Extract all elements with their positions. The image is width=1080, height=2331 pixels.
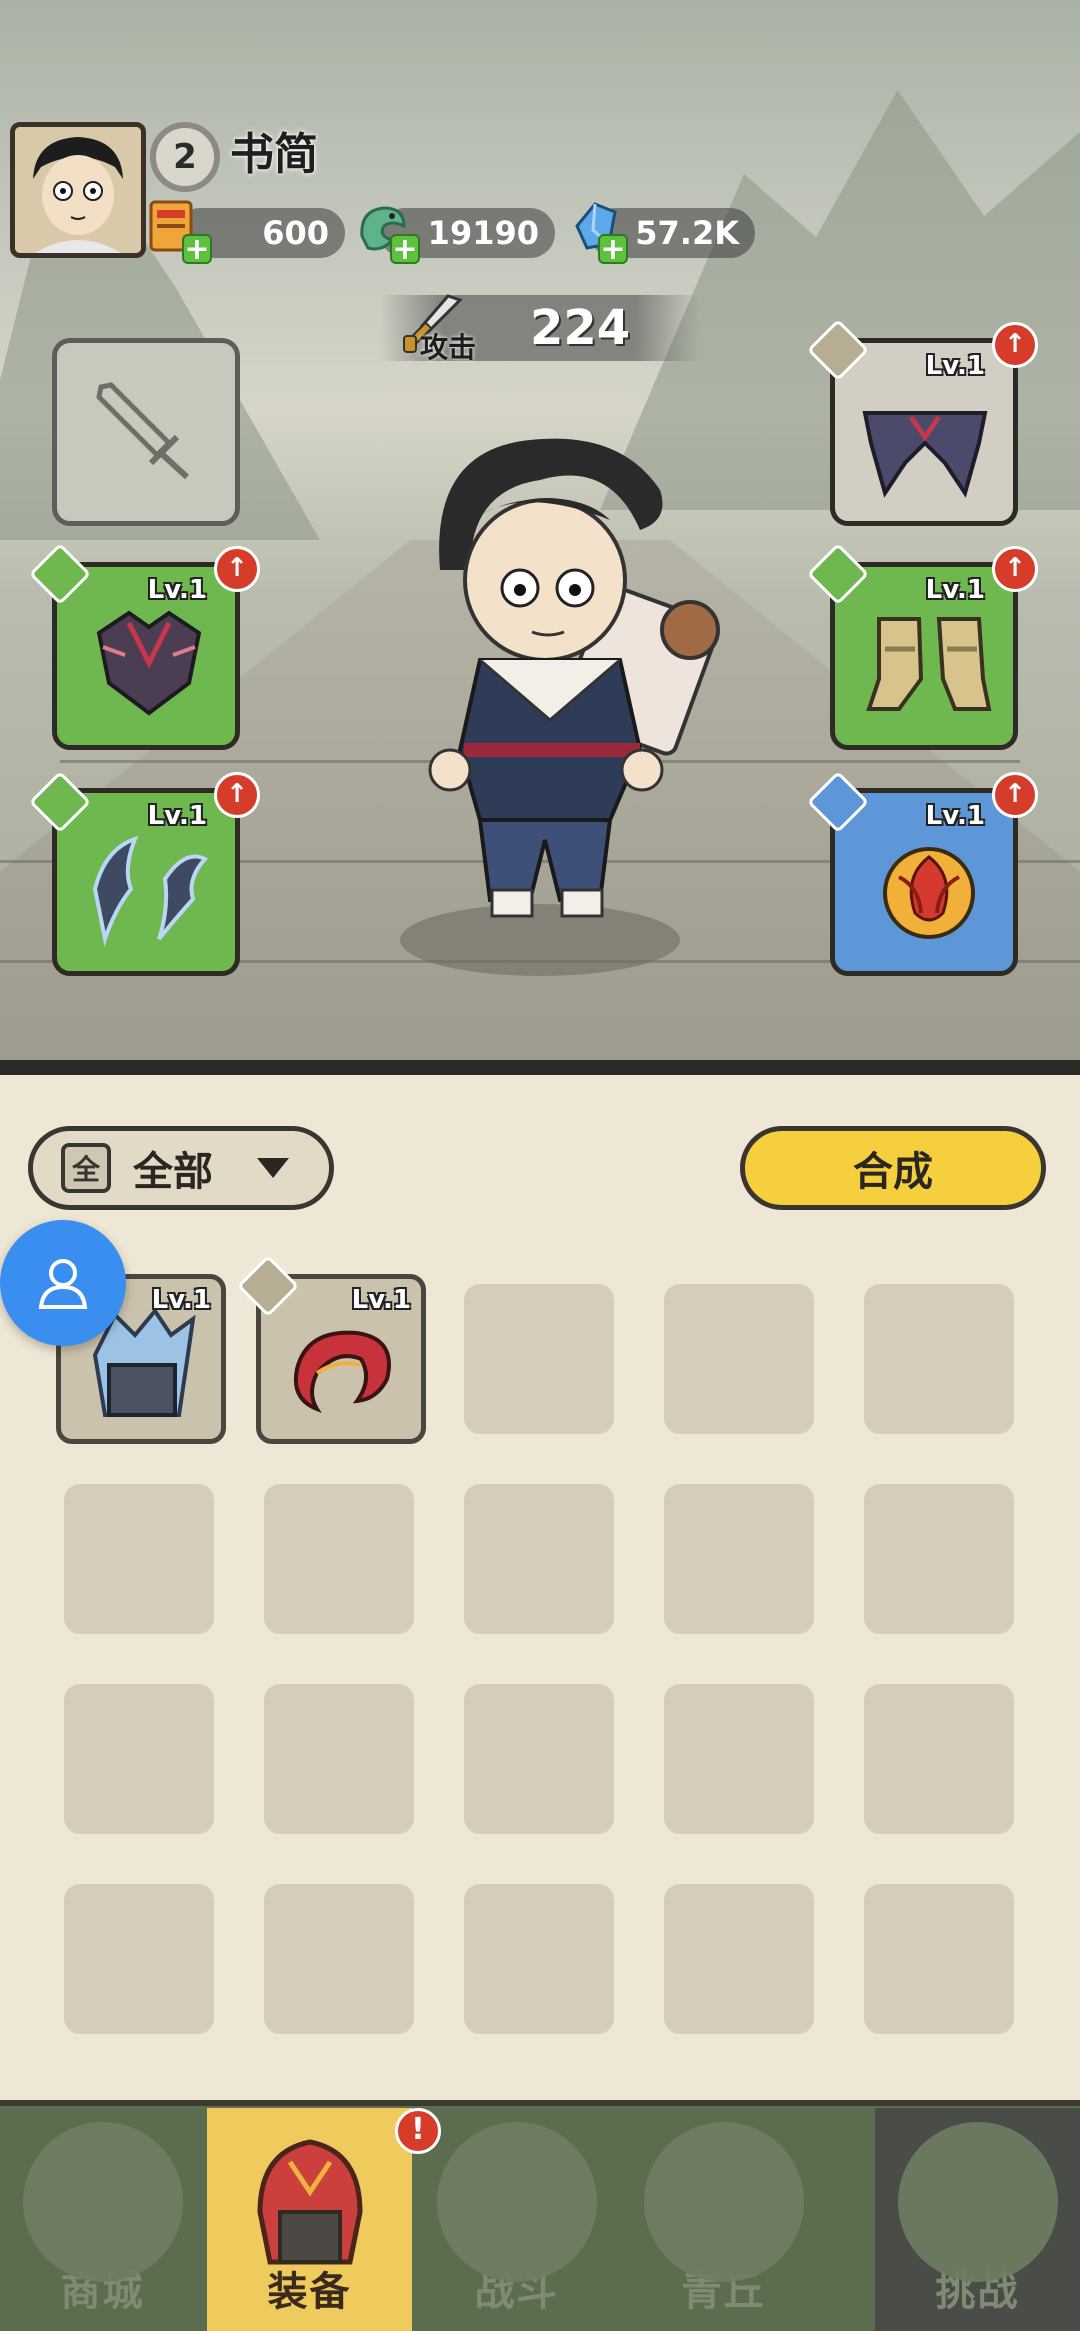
sword-silhouette-icon bbox=[96, 382, 190, 480]
red-helmet-icon bbox=[256, 2139, 363, 2265]
tab-equipment[interactable]: 装备 bbox=[207, 2108, 412, 2331]
gong-icon bbox=[897, 2122, 1058, 2282]
inventory-empty-cell[interactable] bbox=[64, 1484, 214, 1634]
tab-battle[interactable]: 战斗 bbox=[414, 2108, 619, 2331]
mountain-icon bbox=[643, 2122, 804, 2282]
player-name: 书简 bbox=[230, 129, 318, 180]
boots-slot[interactable]: Lv.1 bbox=[830, 562, 1018, 750]
user-icon bbox=[38, 1259, 88, 1309]
currency-value: 600 bbox=[262, 214, 329, 252]
inventory-empty-cell[interactable] bbox=[864, 1884, 1014, 2034]
upgrade-arrow-icon[interactable]: ↑ bbox=[214, 772, 260, 818]
slot-level-label: Lv.1 bbox=[147, 575, 207, 605]
slot-level-label: Lv.1 bbox=[147, 801, 207, 831]
belt-slot[interactable]: Lv.1 bbox=[830, 338, 1018, 526]
red-flower-amulet-icon bbox=[883, 847, 975, 939]
attack-label: 攻击 bbox=[420, 331, 477, 364]
inventory-empty-cell[interactable] bbox=[864, 1684, 1014, 1834]
bracer-slot[interactable]: Lv.1 bbox=[52, 788, 240, 976]
currency-value: 19190 bbox=[427, 214, 539, 252]
inventory-empty-cell[interactable] bbox=[464, 1284, 614, 1434]
player-avatar[interactable] bbox=[10, 122, 146, 258]
upgrade-arrow-icon[interactable]: ↑ bbox=[214, 546, 260, 592]
inventory-empty-cell[interactable] bbox=[864, 1484, 1014, 1634]
inventory-empty-cell[interactable] bbox=[264, 1484, 414, 1634]
tab-challenge[interactable]: 挑战 bbox=[875, 2108, 1080, 2331]
upgrade-arrow-icon[interactable]: ↑ bbox=[992, 322, 1038, 368]
filter-label: 全部 bbox=[133, 1149, 213, 1195]
armor-slot[interactable]: Lv.1 bbox=[52, 562, 240, 750]
floating-user-button[interactable] bbox=[0, 1220, 126, 1346]
dropdown-arrow-icon bbox=[257, 1158, 289, 1178]
inventory-empty-cell[interactable] bbox=[664, 1884, 814, 2034]
add-jade-button[interactable]: + bbox=[390, 234, 420, 265]
avatar-portrait-icon bbox=[15, 127, 141, 253]
tab-qingqiu[interactable]: 青丘 bbox=[621, 2108, 826, 2331]
inventory-empty-cell[interactable] bbox=[264, 1684, 414, 1834]
player-level-badge: 2 bbox=[150, 122, 220, 192]
slot-level-label: Lv.1 bbox=[925, 351, 985, 381]
slot-level-label: Lv.1 bbox=[925, 575, 985, 605]
inventory-empty-cell[interactable] bbox=[664, 1284, 814, 1434]
filter-tag: 全 bbox=[61, 1143, 111, 1193]
shop-pavilion-icon bbox=[22, 2122, 183, 2282]
amulet-slot[interactable]: Lv.1 bbox=[830, 788, 1018, 976]
add-crystal-button[interactable]: + bbox=[598, 234, 628, 265]
golden-boots-icon bbox=[866, 617, 992, 711]
inventory-empty-cell[interactable] bbox=[64, 1884, 214, 2034]
tab-shop[interactable]: 商城 bbox=[0, 2108, 205, 2331]
currency-value: 57.2K bbox=[635, 214, 739, 252]
item-level-label: Lv.1 bbox=[351, 1285, 411, 1315]
inventory-empty-cell[interactable] bbox=[464, 1684, 614, 1834]
merge-button[interactable]: 合成 bbox=[740, 1126, 1046, 1210]
crossed-swords-icon bbox=[436, 2122, 597, 2282]
dark-armor-icon bbox=[96, 610, 202, 716]
filter-dropdown[interactable]: 全 全部 bbox=[28, 1126, 334, 1210]
item-level-label: Lv.1 bbox=[151, 1285, 211, 1315]
dark-belt-icon bbox=[862, 411, 988, 498]
red-bracer-icon bbox=[294, 1330, 391, 1414]
ice-bracer-icon bbox=[92, 835, 209, 947]
inventory-empty-cell[interactable] bbox=[464, 1884, 614, 2034]
inventory-empty-cell[interactable] bbox=[664, 1484, 814, 1634]
inventory-empty-cell[interactable] bbox=[464, 1484, 614, 1634]
inventory-empty-cell[interactable] bbox=[664, 1684, 814, 1834]
hero-character-icon[interactable] bbox=[370, 420, 720, 980]
inventory-empty-cell[interactable] bbox=[864, 1284, 1014, 1434]
inventory-empty-cell[interactable] bbox=[64, 1684, 214, 1834]
upgrade-arrow-icon[interactable]: ↑ bbox=[992, 546, 1038, 592]
weapon-slot-empty[interactable] bbox=[52, 338, 240, 526]
upgrade-arrow-icon[interactable]: ↑ bbox=[992, 772, 1038, 818]
game-screen: 2 书简 600 + 19190 + 57.2K + 攻击 224 Lv.1 ↑… bbox=[0, 0, 1080, 2331]
add-scroll-button[interactable]: + bbox=[182, 234, 212, 265]
inventory-empty-cell[interactable] bbox=[264, 1884, 414, 2034]
attack-value: 224 bbox=[530, 300, 631, 356]
slot-level-label: Lv.1 bbox=[925, 801, 985, 831]
